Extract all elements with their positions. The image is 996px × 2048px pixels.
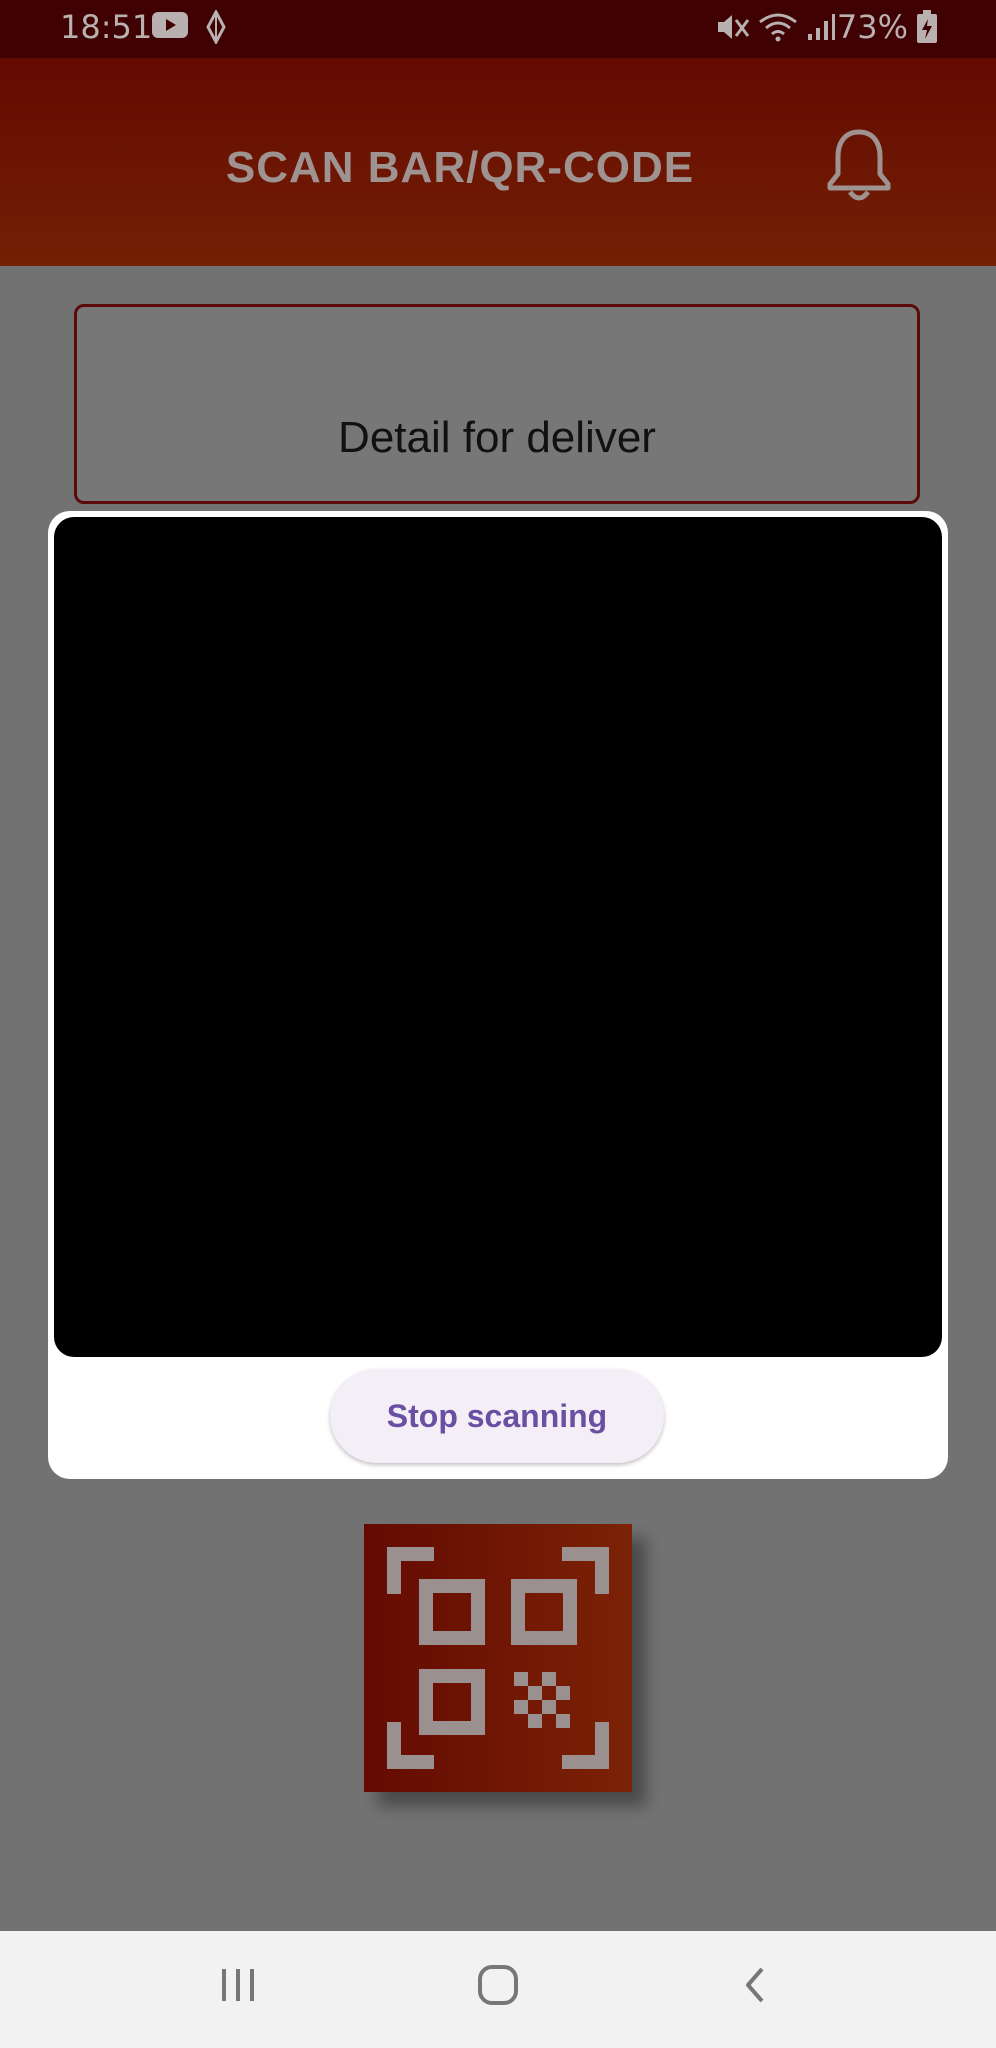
status-bar: 18:51 73%	[0, 0, 996, 58]
app-header: SCAN BAR/QR-CODE	[0, 58, 996, 266]
qr-code-icon[interactable]	[364, 1524, 632, 1792]
battery-level: 73%	[836, 8, 908, 46]
signal-icon	[806, 12, 836, 46]
camera-preview[interactable]	[54, 517, 942, 1357]
mute-icon	[716, 12, 750, 46]
detail-card: Detail for deliver	[74, 304, 920, 504]
home-icon[interactable]	[476, 1963, 520, 2012]
wifi-icon	[758, 12, 800, 46]
stop-scanning-button[interactable]: Stop scanning	[330, 1369, 664, 1463]
page-title: SCAN BAR/QR-CODE	[225, 143, 695, 192]
app-notification-icon	[204, 8, 228, 48]
youtube-icon	[152, 12, 188, 42]
recent-apps-icon[interactable]	[218, 1965, 258, 2010]
detail-card-title: Detail for deliver	[338, 413, 656, 462]
scanner-dialog: Stop scanning	[48, 511, 948, 1479]
back-icon[interactable]	[740, 1965, 770, 2010]
status-time: 18:51	[60, 8, 153, 46]
bell-icon[interactable]	[822, 126, 896, 211]
battery-charging-icon	[916, 10, 938, 48]
navigation-bar	[0, 1931, 996, 2048]
